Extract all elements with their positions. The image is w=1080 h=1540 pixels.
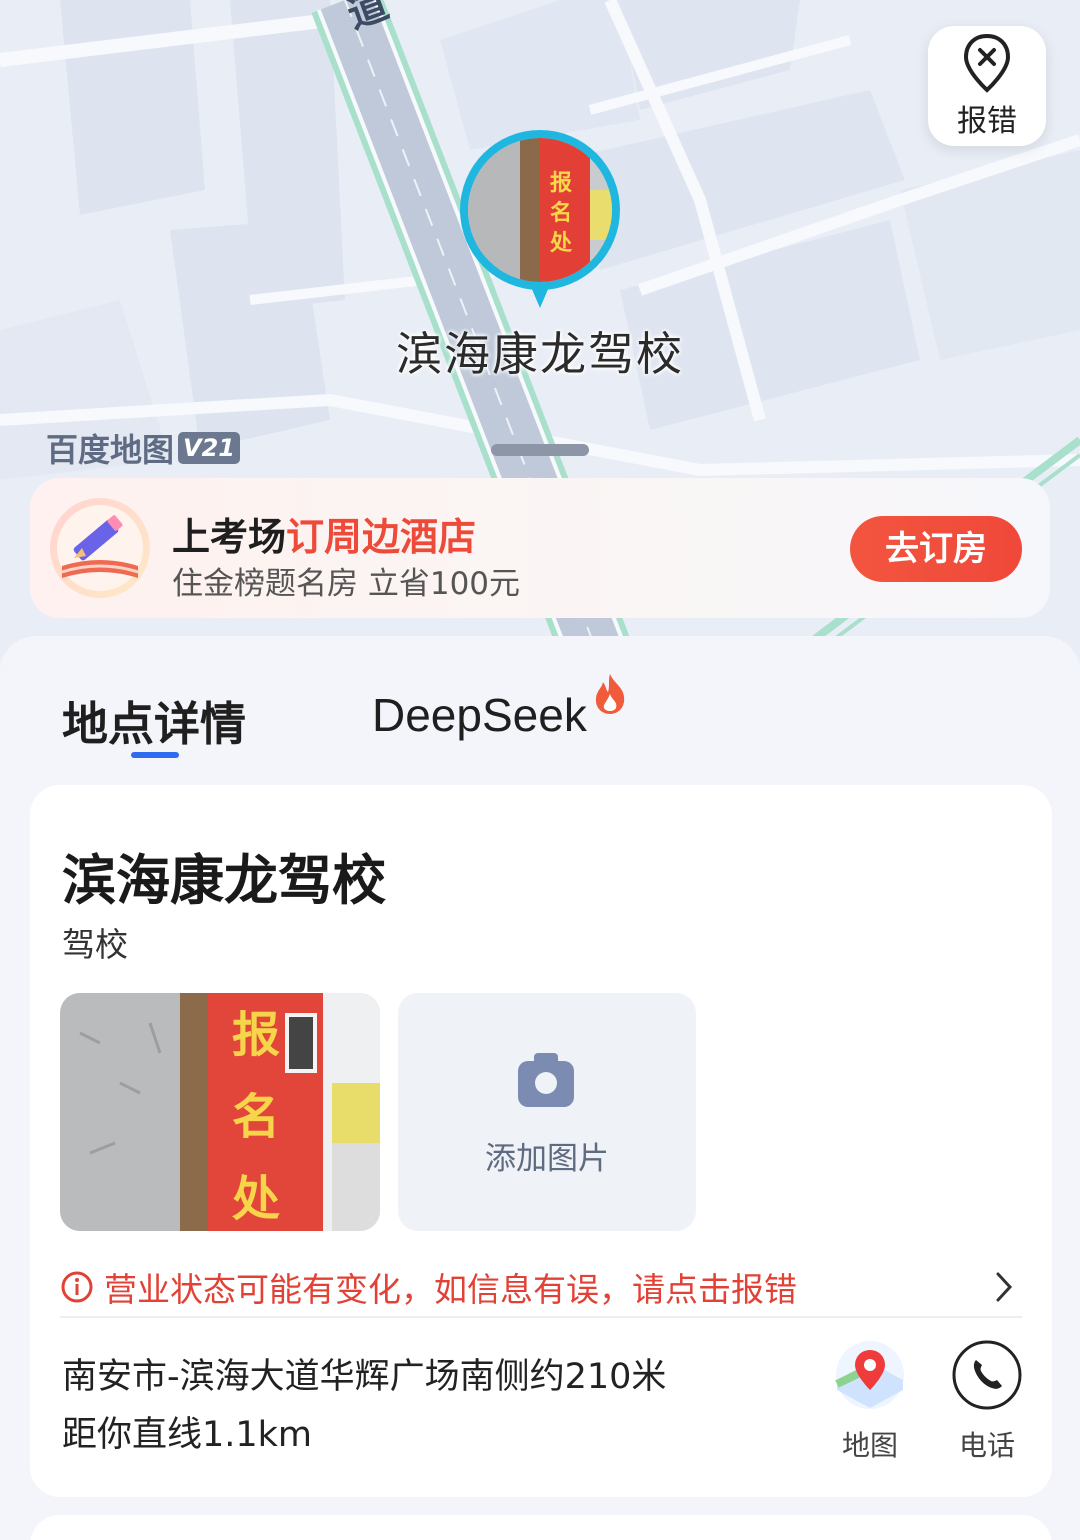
place-photo-image: 报 名 处 xyxy=(60,993,380,1231)
tab-place-details[interactable]: 地点详情 xyxy=(62,688,246,754)
poi-photo-pin: 报 名 处 xyxy=(460,130,620,308)
divider xyxy=(60,1316,1022,1318)
place-distance: 距你直线1.1km xyxy=(62,1415,313,1455)
book-hotel-button[interactable]: 去订房 xyxy=(850,516,1022,582)
phone-icon xyxy=(952,1340,1022,1410)
tab-deepseek[interactable]: DeepSeek xyxy=(372,688,587,742)
chevron-right-icon xyxy=(996,1272,1013,1302)
place-address[interactable]: 南安市-滨海大道华辉广场南侧约210米 xyxy=(62,1348,666,1399)
promo-title-prefix: 上考场 xyxy=(172,515,287,559)
fire-icon xyxy=(595,674,625,714)
add-photo-label: 添加图片 xyxy=(485,1141,609,1177)
promo-subtitle: 住金榜题名房 立省100元 xyxy=(172,566,521,602)
place-name: 滨海康龙驾校 xyxy=(62,849,386,912)
brand-version: V21 xyxy=(178,432,240,464)
hotel-promo-banner[interactable]: 上考场订周边酒店 住金榜题名房 立省100元 去订房 xyxy=(30,478,1050,618)
promo-title-highlight: 订周边酒店 xyxy=(286,515,477,559)
sheet-drag-handle[interactable] xyxy=(491,444,589,456)
next-card xyxy=(30,1515,1052,1540)
add-photo-button[interactable]: 添加图片 xyxy=(398,993,696,1231)
call-phone-button[interactable]: 电话 xyxy=(942,1340,1032,1464)
place-category: 驾校 xyxy=(62,925,128,964)
phone-action-label: 电话 xyxy=(958,1429,1015,1462)
camera-icon xyxy=(518,1053,574,1107)
info-icon xyxy=(61,1271,93,1303)
pencil-book-icon xyxy=(50,498,150,598)
status-warning-row[interactable]: 营业状态可能有变化，如信息有误，请点击报错 xyxy=(60,1262,1022,1312)
map-app-icon xyxy=(835,1340,905,1410)
svg-text:报: 报 xyxy=(232,1007,280,1063)
active-tab-indicator xyxy=(131,752,179,758)
svg-text:报: 报 xyxy=(550,171,572,196)
status-warning-text: 营业状态可能有变化，如信息有误，请点击报错 xyxy=(104,1270,797,1309)
svg-text:名: 名 xyxy=(550,200,572,226)
brand-name: 百度地图 xyxy=(46,431,175,469)
report-error-button[interactable]: 报错 xyxy=(928,26,1046,146)
open-map-button[interactable]: 地图 xyxy=(825,1340,915,1464)
svg-text:处: 处 xyxy=(232,1171,280,1227)
report-error-label: 报错 xyxy=(957,104,1017,139)
map-action-label: 地图 xyxy=(841,1429,898,1462)
baidu-map-logo: 百度地图 V21 xyxy=(46,425,240,471)
map-pin-x-icon xyxy=(963,33,1011,93)
promo-title: 上考场订周边酒店 xyxy=(172,506,476,561)
place-photo[interactable]: 报 名 处 xyxy=(60,993,380,1231)
svg-text:名: 名 xyxy=(232,1089,280,1145)
poi-map-label: 滨海康龙驾校 xyxy=(396,327,684,381)
svg-text:处: 处 xyxy=(549,230,572,256)
poi-marker[interactable]: 报 名 处 xyxy=(458,130,622,320)
